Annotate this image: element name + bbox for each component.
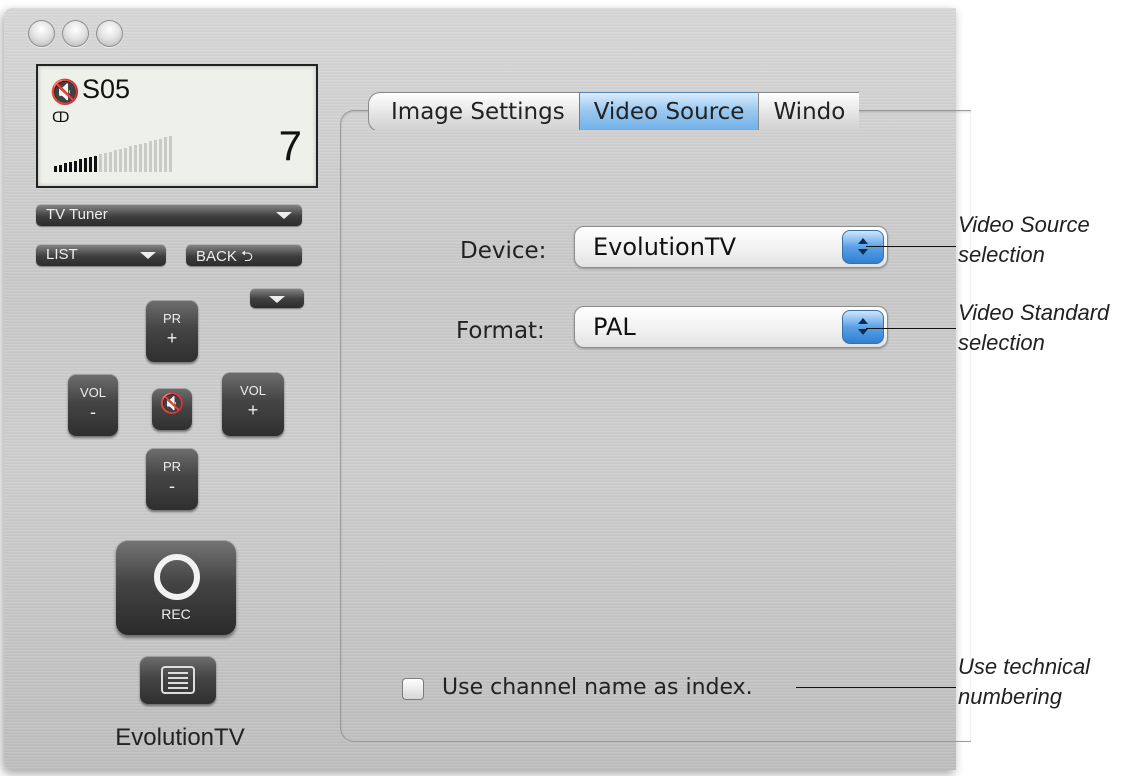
- stereo-icon: ↀ: [52, 110, 70, 126]
- tab-image-settings[interactable]: Image Settings: [368, 92, 579, 130]
- signal-bar: [99, 154, 102, 172]
- signal-bar: [94, 156, 97, 172]
- signal-bar: [89, 157, 92, 172]
- more-dropdown-button[interactable]: [250, 288, 304, 308]
- chevron-down-icon: [276, 212, 292, 219]
- format-select-value: PAL: [593, 313, 636, 341]
- callout-video-source: Video Source selection: [958, 210, 1144, 270]
- volume-down-button[interactable]: VOL -: [68, 374, 118, 436]
- callout-line-video-source: [866, 246, 956, 247]
- vol-plus-top: VOL: [239, 383, 266, 398]
- signal-bar: [74, 161, 77, 172]
- volume-up-button[interactable]: VOL +: [222, 372, 284, 436]
- source-dropdown[interactable]: TV Tuner: [36, 204, 302, 226]
- signal-bar: [159, 139, 162, 172]
- record-label: REC: [161, 606, 191, 622]
- callout-line-technical-numbering: [796, 687, 956, 688]
- channel-display: 🔇 S05 ↀ 7: [36, 64, 318, 188]
- callout-video-source-line2: selection: [958, 242, 1045, 267]
- record-icon: [154, 554, 200, 600]
- settings-panel: [340, 110, 971, 742]
- signal-bar: [139, 144, 142, 172]
- pr-minus-top: PR: [162, 459, 182, 474]
- callout-video-source-line1: Video Source: [958, 212, 1090, 237]
- callout-technical-numbering-line2: numbering: [958, 684, 1062, 709]
- source-dropdown-label: TV Tuner: [46, 206, 108, 223]
- signal-bar: [104, 153, 107, 172]
- device-label: Device:: [460, 238, 547, 264]
- close-window-button[interactable]: [28, 20, 55, 47]
- vol-minus-bottom: -: [90, 402, 96, 422]
- signal-bar: [124, 148, 127, 172]
- mute-button[interactable]: 🔇: [152, 388, 192, 430]
- signal-strength-meter: [54, 136, 224, 172]
- channel-list-button[interactable]: [140, 656, 216, 704]
- list-icon: [161, 666, 195, 694]
- channel-down-button[interactable]: PR -: [146, 448, 198, 510]
- signal-bar: [169, 136, 172, 172]
- back-button-label: BACK ⮌: [196, 248, 254, 265]
- vol-minus-top: VOL: [79, 385, 106, 400]
- signal-bar: [129, 146, 132, 172]
- signal-bar: [54, 166, 57, 172]
- zoom-window-button[interactable]: [96, 20, 123, 47]
- pr-minus-bottom: -: [169, 476, 175, 496]
- signal-bar: [69, 162, 72, 172]
- list-button[interactable]: LIST: [36, 244, 166, 266]
- callout-technical-numbering-line1: Use technical: [958, 654, 1091, 679]
- updown-arrows-icon: [842, 310, 884, 344]
- channel-name-index-checkbox[interactable]: [402, 678, 424, 700]
- callout-technical-numbering: Use technical numbering: [958, 652, 1144, 712]
- signal-bar: [59, 165, 62, 172]
- signal-bar: [64, 163, 67, 172]
- back-button[interactable]: BACK ⮌: [186, 244, 302, 266]
- channel-name-index-label[interactable]: Use channel name as index.: [442, 675, 753, 700]
- callout-video-standard-line1: Video Standard: [958, 300, 1110, 325]
- updown-arrows-icon: [842, 230, 884, 264]
- device-select-value: EvolutionTV: [593, 233, 736, 261]
- chevron-down-icon: [269, 296, 285, 303]
- channel-name: S05: [82, 74, 131, 104]
- signal-bar: [114, 150, 117, 172]
- format-select[interactable]: PAL: [574, 306, 888, 348]
- tab-bar: Image Settings Video Source Windo: [368, 92, 956, 130]
- signal-bar: [119, 149, 122, 172]
- channel-up-button[interactable]: PR +: [146, 300, 198, 362]
- tab-window[interactable]: Windo: [758, 92, 860, 130]
- list-button-label: LIST: [46, 246, 78, 263]
- mute-speaker-icon: 🔇: [50, 78, 80, 106]
- tab-video-source[interactable]: Video Source: [578, 92, 759, 130]
- signal-bar: [109, 152, 112, 172]
- pr-plus-bottom: +: [166, 328, 178, 348]
- channel-number: 7: [278, 122, 302, 169]
- format-label: Format:: [456, 318, 545, 344]
- signal-bar: [154, 140, 157, 172]
- record-button[interactable]: REC: [116, 540, 236, 635]
- callout-line-video-standard: [866, 328, 956, 329]
- chevron-down-icon: [140, 252, 156, 259]
- vol-plus-bottom: +: [247, 400, 259, 420]
- minimize-window-button[interactable]: [62, 20, 89, 47]
- pr-plus-top: PR: [162, 311, 182, 326]
- callout-video-standard-line2: selection: [958, 330, 1045, 355]
- device-select[interactable]: EvolutionTV: [574, 226, 888, 268]
- callout-video-standard: Video Standard selection: [958, 298, 1144, 358]
- app-name-label: EvolutionTV: [115, 724, 245, 751]
- mute-icon: 🔇: [159, 393, 185, 415]
- signal-bar: [134, 145, 137, 172]
- signal-bar: [144, 143, 147, 172]
- signal-bar: [79, 159, 82, 172]
- signal-bar: [84, 158, 87, 172]
- signal-bar: [149, 141, 152, 172]
- signal-bar: [164, 137, 167, 172]
